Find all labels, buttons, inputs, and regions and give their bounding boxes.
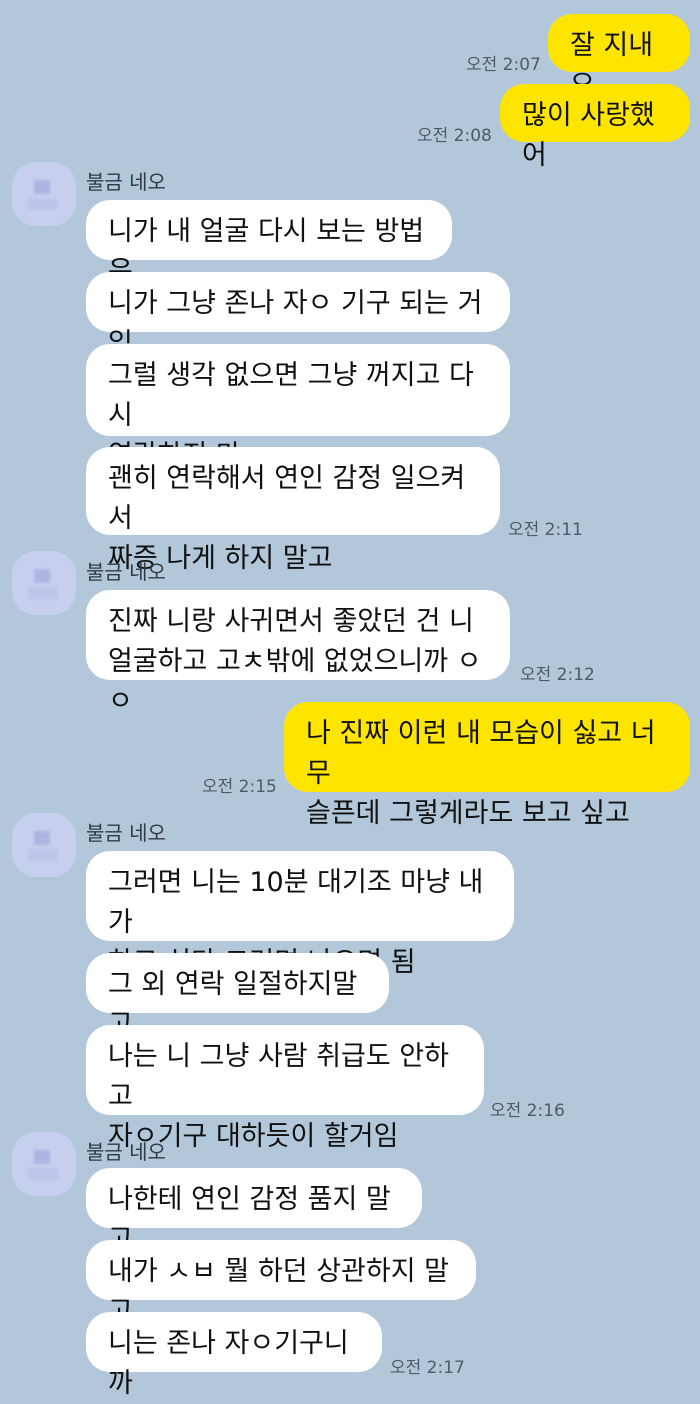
sender-name: 불금 네오 [86,1140,166,1164]
message-time: 오전 2:08 [417,126,492,146]
message-time: 오전 2:07 [466,55,541,75]
incoming-message[interactable]: 진짜 니랑 사귀면서 좋았던 건 니 얼굴하고 고ㅊ밖에 없었으니까 ㅇㅇ [86,590,510,717]
outgoing-message[interactable]: 잘 지내요 [548,14,690,101]
outgoing-message[interactable]: 많이 사랑했어 [500,84,690,171]
message-time: 오전 2:11 [508,520,583,540]
message-time: 오전 2:16 [490,1101,565,1121]
incoming-message[interactable]: 니는 존나 자ㅇ기구니까 [86,1312,382,1399]
incoming-message[interactable]: 나는 니 그냥 사람 취급도 안하고 자ㅇ기구 대하듯이 할거임 [86,1025,484,1152]
sender-name: 불금 네오 [86,821,166,845]
message-time: 오전 2:12 [520,665,595,685]
incoming-message[interactable]: 그럴 생각 없으면 그냥 꺼지고 다시 연락하지 마 [86,344,510,471]
incoming-message[interactable]: 나한테 연인 감정 품지 말고 [86,1168,422,1255]
message-time: 오전 2:15 [202,777,277,797]
chat-room: 오전 2:07 잘 지내요 오전 2:08 많이 사랑했어 불금 네오 니가 내… [0,0,700,1399]
sender-name: 불금 네오 [86,170,166,194]
outgoing-message[interactable]: 나 진짜 이런 내 모습이 싫고 너무 슬픈데 그렇게라도 보고 싶고 [284,702,690,829]
sender-name: 불금 네오 [86,560,166,584]
incoming-message[interactable]: 그러면 니는 10분 대기조 마냥 내가 하고 싶다 그러면 나오면 됨 [86,851,514,978]
incoming-message[interactable]: 내가 ㅅㅂ 뭘 하던 상관하지 말고 [86,1240,476,1327]
message-time: 오전 2:17 [390,1358,465,1378]
incoming-message[interactable]: 괜히 연락해서 연인 감정 일으켜서 짜증 나게 하지 말고 [86,447,500,574]
profile-avatar-icon[interactable] [12,551,76,615]
incoming-message[interactable]: 그 외 연락 일절하지말고 [86,953,389,1040]
profile-avatar-icon[interactable] [12,162,76,226]
profile-avatar-icon[interactable] [12,1132,76,1196]
incoming-message[interactable]: 니가 그냥 존나 자ㅇ 기구 되는 거임 [86,272,510,359]
incoming-message[interactable]: 니가 내 얼굴 다시 보는 방법은 [86,200,452,287]
profile-avatar-icon[interactable] [12,813,76,877]
